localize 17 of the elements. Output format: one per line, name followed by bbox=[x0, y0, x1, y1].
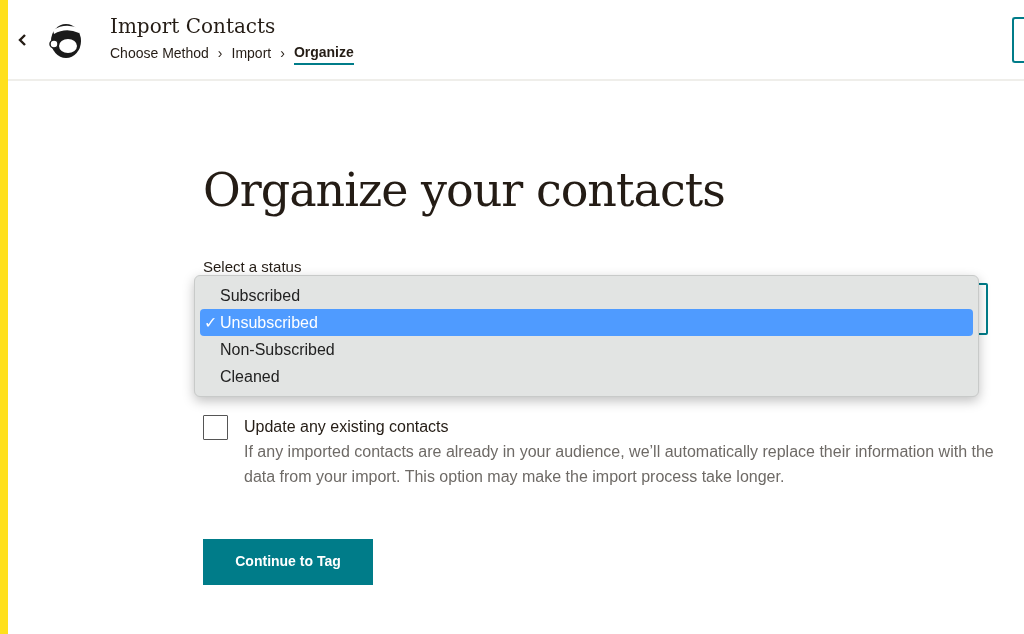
header-button[interactable] bbox=[1012, 16, 1024, 63]
continue-button[interactable]: Continue to Tag bbox=[203, 538, 373, 585]
breadcrumb-link[interactable]: Organize bbox=[293, 42, 354, 65]
checkbox[interactable] bbox=[203, 414, 228, 440]
breadcrumb-link[interactable]: Choose Method bbox=[110, 43, 209, 64]
chevron-icon: › bbox=[217, 43, 223, 64]
checkbox-description: If any imported contacts are already in your audience, we’ll automatically replace their information with the data from your import. This option may make the import process take longer. bbox=[244, 441, 995, 487]
chevron-icon: › bbox=[280, 43, 285, 64]
breadcrumb-link[interactable]: Import bbox=[231, 43, 272, 64]
dropdown-option[interactable]: Non-Subscribed bbox=[200, 335, 973, 363]
page-heading: Organize your contacts bbox=[203, 163, 726, 219]
check-icon: ✓ bbox=[204, 308, 217, 336]
page-title: Import Contacts bbox=[110, 14, 277, 38]
checkbox-label: Update any existing contacts bbox=[244, 416, 450, 437]
dropdown-option[interactable]: Cleaned bbox=[200, 362, 973, 390]
dropdown-option[interactable]: Subscribed bbox=[200, 281, 973, 309]
field-label: Select a status bbox=[203, 257, 303, 278]
